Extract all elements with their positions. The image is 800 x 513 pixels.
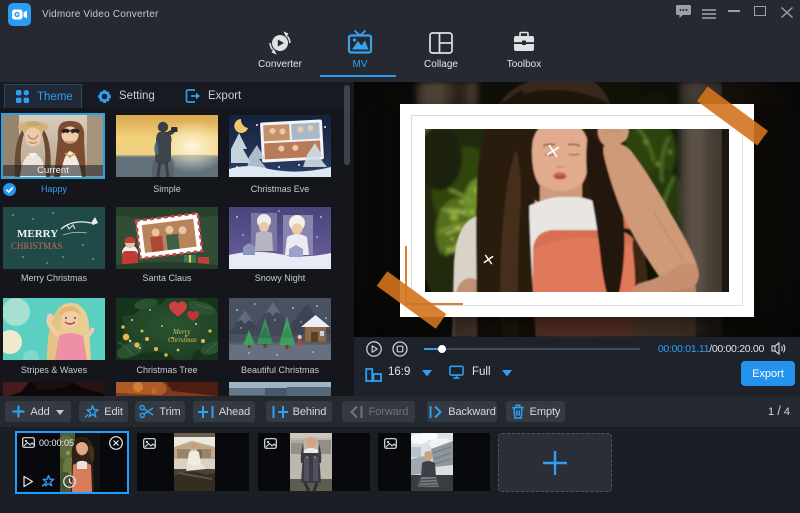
svg-text:Christmas: Christmas bbox=[168, 336, 197, 344]
svg-text:MERRY: MERRY bbox=[17, 228, 58, 240]
svg-text:CHRISTMAS: CHRISTMAS bbox=[11, 241, 63, 251]
svg-text:Merry: Merry bbox=[172, 328, 191, 336]
